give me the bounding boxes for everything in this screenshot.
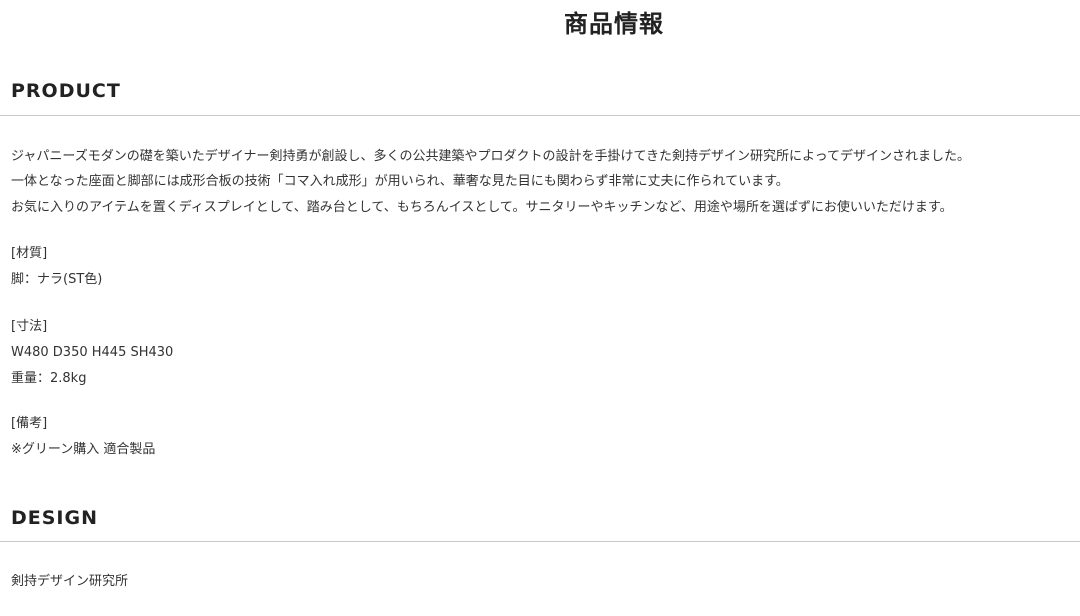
material-label: [材質] (11, 246, 48, 261)
notes-label: [備考] (11, 416, 48, 431)
page-title: 商品情報 (564, 10, 664, 38)
product-divider (0, 115, 1080, 116)
product-description-line: ジャパニーズモダンの礎を築いたデザイナー剣持勇が創設し、多くの公共建築やプロダク… (11, 149, 971, 164)
weight-value: 重量：2.8kg (11, 371, 87, 386)
dimensions-label: [寸法] (11, 319, 48, 334)
product-heading: PRODUCT (11, 80, 121, 102)
design-heading: DESIGN (11, 507, 99, 529)
design-divider (0, 541, 1080, 542)
material-value: 脚：ナラ(ST色) (11, 272, 103, 287)
notes-value: ※グリーン購入 適合製品 (11, 442, 156, 457)
product-description-line: お気に入りのアイテムを置くディスプレイとして、踏み台として、もちろんイスとして。… (11, 200, 953, 215)
product-description-line: 一体となった座面と脚部には成形合板の技術「コマ入れ成形」が用いられ、華奢な見た目… (11, 174, 789, 189)
designer-name: 剣持デザイン研究所 (11, 574, 129, 589)
dimensions-value: W480 D350 H445 SH430 (11, 345, 174, 360)
